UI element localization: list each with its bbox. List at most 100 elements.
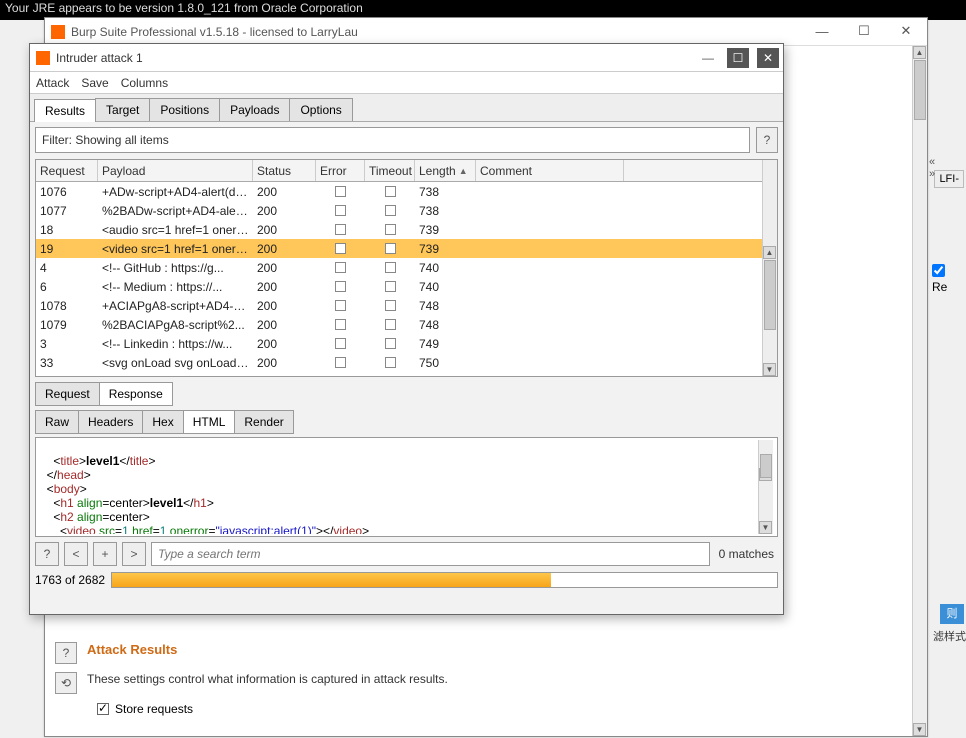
tab-response[interactable]: Response [99,382,173,406]
scroll-thumb[interactable] [914,60,926,120]
cell-length: 753 [415,375,476,377]
maximize-button[interactable]: ☐ [727,48,749,68]
store-requests-checkbox[interactable]: Store requests [97,702,915,716]
intruder-window: Intruder attack 1 — ☐ ✕ Attack Save Colu… [29,43,784,615]
cell-payload: <body onLoad body onLoa... [98,375,253,377]
minimize-button[interactable]: — [697,48,719,68]
ar-help-button[interactable]: ? [55,642,77,664]
col-request[interactable]: Request [36,160,98,181]
burp-logo-icon [36,51,50,65]
cell-request: 4 [36,261,98,275]
cell-length: 748 [415,299,476,313]
attack-results-desc: These settings control what information … [87,672,448,686]
search-prev-button[interactable]: < [64,542,88,566]
checkbox-icon [385,262,396,273]
col-payload[interactable]: Payload [98,160,253,181]
search-input[interactable] [151,542,710,566]
response-viewer[interactable]: <title>level1</title> </head> <body> <h1… [35,437,778,537]
cell-length: 740 [415,261,476,275]
checkbox-icon [335,357,346,368]
checkbox-icon [385,281,396,292]
cell-length: 738 [415,204,476,218]
scroll-thumb[interactable] [764,260,776,330]
cell-payload: %2BADw-script+AD4-alert... [98,204,253,218]
tab-headers[interactable]: Headers [78,410,143,434]
right-tab[interactable]: LFI- [934,170,964,188]
table-row[interactable]: 1079%2BACIAPgA8-script%2...200748 [36,315,762,334]
col-status[interactable]: Status [253,160,316,181]
table-row[interactable]: 18<audio src=1 href=1 onerr...200739 [36,220,762,239]
parent-scrollbar[interactable]: ▲ ▼ [912,46,927,736]
menubar: Attack Save Columns [30,72,783,94]
search-next-button[interactable]: > [122,542,146,566]
code-scrollbar[interactable]: ▲ ▼ [758,440,773,534]
col-timeout[interactable]: Timeout [365,160,415,181]
table-scrollbar[interactable]: ▲ ▼ [762,160,777,376]
tab-results[interactable]: Results [34,99,96,122]
menu-columns[interactable]: Columns [121,76,168,90]
terminal-line: Your JRE appears to be version 1.8.0_121… [5,2,961,15]
help-button[interactable]: ? [756,127,778,153]
menu-save[interactable]: Save [81,76,108,90]
tab-hex[interactable]: Hex [142,410,183,434]
parent-close-button[interactable]: ✕ [885,18,927,44]
search-help-button[interactable]: ? [35,542,59,566]
results-table: Request Payload Status Error Timeout Len… [35,159,778,377]
close-button[interactable]: ✕ [757,48,779,68]
cell-status: 200 [253,356,316,370]
table-row[interactable]: 33<svg onLoad svg onLoad=...200750 [36,353,762,372]
tab-request[interactable]: Request [35,382,100,406]
menu-attack[interactable]: Attack [36,76,69,90]
parent-titlebar[interactable]: Burp Suite Professional v1.5.18 - licens… [45,18,927,46]
col-length[interactable]: Length [415,160,476,181]
scroll-down-icon[interactable]: ▼ [913,723,926,736]
cell-request: 19 [36,242,98,256]
tab-render[interactable]: Render [234,410,293,434]
tab-positions[interactable]: Positions [149,98,220,121]
col-error[interactable]: Error [316,160,365,181]
cell-error [316,319,365,330]
table-row[interactable]: 19<video src=1 href=1 onerr...200739 [36,239,762,258]
tab-target[interactable]: Target [95,98,150,121]
scroll-up-icon[interactable]: ▲ [763,246,776,259]
scroll-down-icon[interactable]: ▼ [763,363,776,376]
tab-options[interactable]: Options [289,98,352,121]
cell-payload: %2BACIAPgA8-script%2... [98,318,253,332]
cell-length: 748 [415,318,476,332]
tab-raw[interactable]: Raw [35,410,79,434]
search-add-button[interactable]: + [93,542,117,566]
cell-request: 37 [36,375,98,377]
parent-title: Burp Suite Professional v1.5.18 - licens… [71,25,358,39]
cell-timeout [365,224,415,235]
table-row[interactable]: 3<!-- Linkedin : https://w...200749 [36,334,762,353]
filter-box[interactable]: Filter: Showing all items [35,127,750,153]
cell-timeout [365,319,415,330]
cell-payload: <svg onLoad svg onLoad=... [98,356,253,370]
parent-maximize-button[interactable]: ☐ [843,18,885,44]
table-row[interactable]: 1076+ADw-script+AD4-alert(do...200738 [36,182,762,201]
status-bar: 1763 of 2682 [35,572,778,588]
scroll-down-icon[interactable]: ▼ [759,521,772,534]
cell-length: 738 [415,185,476,199]
right-checkbox[interactable]: Re [932,264,962,294]
tab-html[interactable]: HTML [183,410,236,434]
parent-minimize-button[interactable]: — [801,18,843,44]
right-button[interactable]: 则 [940,604,964,624]
main-tabs: Results Target Positions Payloads Option… [30,94,783,122]
cell-payload: <!-- Linkedin : https://w... [98,337,253,351]
scroll-thumb[interactable] [760,454,772,478]
ar-reload-button[interactable]: ⟲ [55,672,77,694]
store-requests-label: Store requests [115,702,193,716]
col-comment[interactable]: Comment [476,160,624,181]
table-row[interactable]: 1078+ACIAPgA8-script+AD4-al...200748 [36,296,762,315]
scroll-up-icon[interactable]: ▲ [913,46,926,59]
cell-error [316,205,365,216]
cell-payload: +ACIAPgA8-script+AD4-al... [98,299,253,313]
table-row[interactable]: 4<!-- GitHub : https://g...200740 [36,258,762,277]
table-row[interactable]: 1077%2BADw-script+AD4-alert...200738 [36,201,762,220]
table-row[interactable]: 6<!-- Medium : https://...200740 [36,277,762,296]
checkbox-icon [335,186,346,197]
tab-payloads[interactable]: Payloads [219,98,290,121]
titlebar[interactable]: Intruder attack 1 — ☐ ✕ [30,44,783,72]
table-row[interactable]: 37<body onLoad body onLoa...200753 [36,372,762,376]
